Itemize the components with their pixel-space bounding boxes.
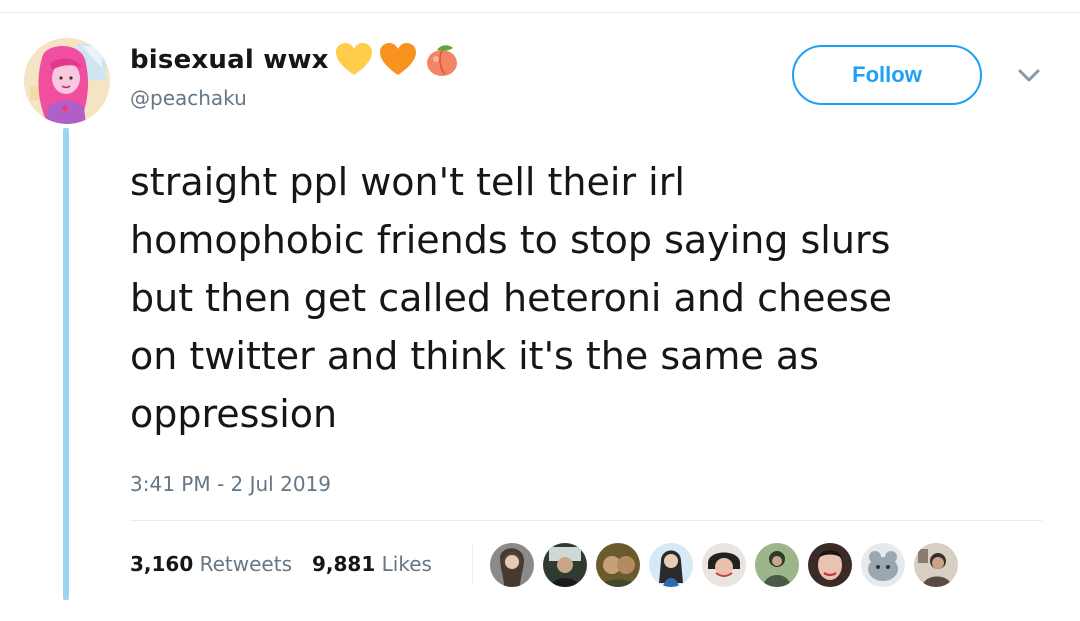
liker-avatar-9[interactable] — [914, 543, 958, 587]
likes-count: 9,881 — [312, 552, 376, 576]
retweets-stat[interactable]: 3,160 Retweets — [130, 552, 292, 576]
stats-divider — [130, 520, 1042, 521]
liker-avatar-6[interactable] — [755, 543, 799, 587]
follow-button[interactable]: Follow — [792, 45, 982, 105]
yellow-heart-icon — [335, 43, 372, 75]
tweet-stats: 3,160 Retweets 9,881 Likes — [130, 552, 452, 576]
likes-stat[interactable]: 9,881 Likes — [312, 552, 432, 576]
avatar[interactable] — [24, 38, 110, 124]
tweet-timestamp[interactable]: 3:41 PM - 2 Jul 2019 — [130, 472, 331, 496]
top-divider — [0, 12, 1080, 13]
liker-avatar-2[interactable] — [543, 543, 587, 587]
liker-avatar-6-image — [755, 543, 799, 587]
retweets-count: 3,160 — [130, 552, 194, 576]
tweet-text: straight ppl won't tell their irl homoph… — [130, 160, 893, 436]
name-row[interactable]: bisexual wwx — [130, 40, 461, 80]
orange-heart-icon — [379, 43, 416, 75]
liker-avatar-5-image — [702, 543, 746, 587]
display-name[interactable]: bisexual wwx — [130, 45, 329, 75]
chevron-down-icon[interactable] — [1014, 66, 1044, 86]
stats-separator — [472, 545, 473, 585]
liker-avatar-8[interactable] — [861, 543, 905, 587]
liker-avatar-9-image — [914, 543, 958, 587]
liker-avatar-2-image — [543, 543, 587, 587]
liker-avatar-8-image — [861, 543, 905, 587]
liker-avatar-4[interactable] — [649, 543, 693, 587]
thread-line — [63, 128, 69, 600]
avatar-image — [24, 38, 110, 124]
liker-avatar-7-image — [808, 543, 852, 587]
liker-avatar-7[interactable] — [808, 543, 852, 587]
likes-label: Likes — [381, 552, 432, 576]
liker-avatar-5[interactable] — [702, 543, 746, 587]
liker-avatars — [490, 543, 958, 587]
tweet-card: bisexual wwx @peachaku Follow straight p… — [0, 0, 1080, 621]
user-handle[interactable]: @peachaku — [130, 86, 247, 110]
liker-avatar-4-image — [649, 543, 693, 587]
retweets-label: Retweets — [199, 552, 292, 576]
liker-avatar-3[interactable] — [596, 543, 640, 587]
liker-avatar-1[interactable] — [490, 543, 534, 587]
liker-avatar-3-image — [596, 543, 640, 587]
liker-avatar-1-image — [490, 543, 534, 587]
peach-icon — [426, 45, 457, 76]
